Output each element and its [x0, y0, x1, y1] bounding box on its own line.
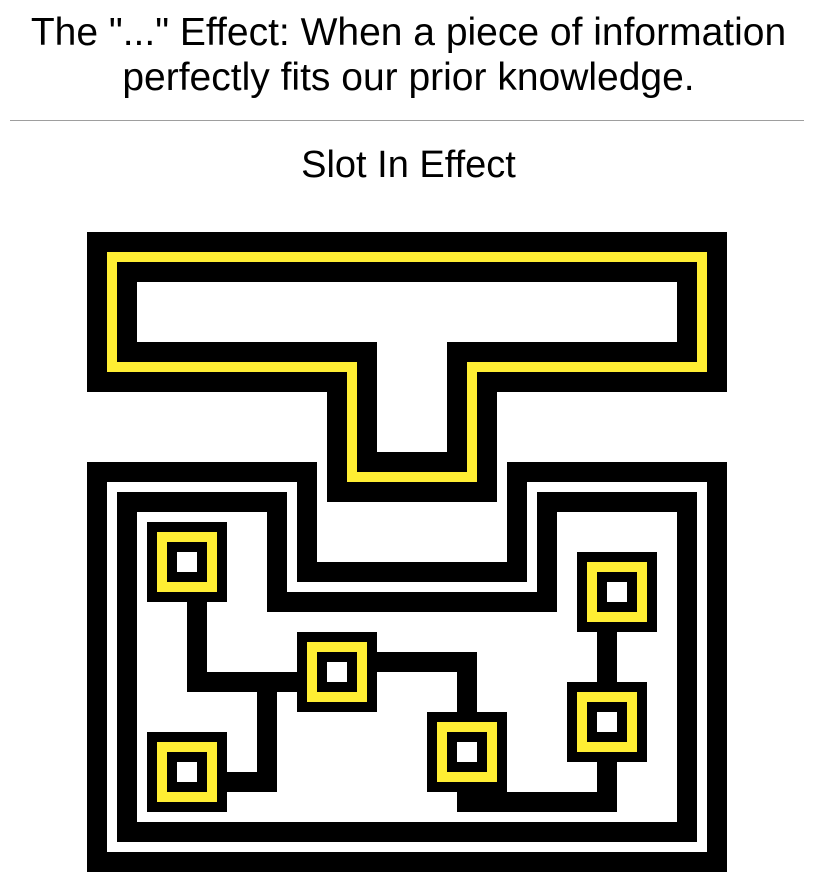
- node-top-left: [147, 522, 227, 602]
- connector-bottom-horizontal: [457, 792, 617, 812]
- connector-left-horizontal: [187, 672, 307, 692]
- slot-in-diagram: [87, 232, 727, 872]
- connector-middle-vertical: [457, 652, 477, 722]
- node-bottom-middle: [427, 712, 507, 792]
- node-bottom-left: [147, 732, 227, 812]
- t-shaped-piece: [87, 232, 727, 502]
- node-top-right: [577, 552, 657, 632]
- node-center: [297, 632, 377, 712]
- node-mid-right: [567, 682, 647, 762]
